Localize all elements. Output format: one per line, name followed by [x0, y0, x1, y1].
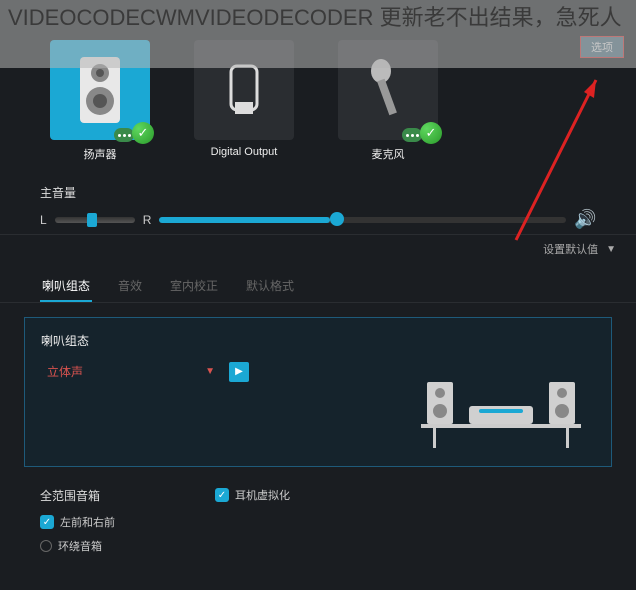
balance-slider[interactable]	[55, 217, 135, 223]
microphone-icon	[338, 40, 438, 140]
tabs-row: 喇叭组态 音效 室内校正 默认格式	[0, 263, 636, 303]
device-label: 麦克风	[372, 146, 405, 162]
dropdown-value: 立体声	[47, 363, 83, 380]
set-default-label: 设置默认值	[543, 241, 598, 257]
option-label: 环绕音箱	[58, 538, 102, 554]
device-label: 扬声器	[84, 146, 117, 162]
speaker-config-dropdown[interactable]: 立体声 ▼	[41, 359, 221, 384]
caret-down-icon: ▼	[205, 366, 215, 377]
speakers-icon	[50, 40, 150, 140]
balance-left-label: L	[40, 213, 47, 227]
volume-speaker-icon[interactable]: 🔊	[574, 209, 596, 230]
volume-slider[interactable]	[159, 217, 566, 223]
option-label: 耳机虚拟化	[235, 487, 290, 503]
digital-output-icon	[194, 40, 294, 140]
tab-sound-effects[interactable]: 音效	[116, 271, 144, 302]
option-surround[interactable]: 环绕音箱	[40, 538, 115, 554]
full-range-title: 全范围音箱	[40, 487, 115, 504]
option-label: 左前和右前	[60, 514, 115, 530]
speaker-config-panel: 喇叭组态 立体声 ▼ ▶	[24, 317, 612, 467]
option-front-lr[interactable]: ✓ 左前和右前	[40, 514, 115, 530]
set-default-button[interactable]: 设置默认值 ▼	[0, 234, 636, 263]
radio-icon	[40, 540, 52, 552]
chevron-down-icon: ▼	[606, 244, 616, 255]
tab-speaker-config[interactable]: 喇叭组态	[40, 271, 92, 302]
speaker-layout-graphic	[421, 348, 581, 438]
device-label: Digital Output	[211, 146, 278, 158]
tab-room-correction[interactable]: 室内校正	[168, 271, 220, 302]
tab-default-format[interactable]: 默认格式	[244, 271, 296, 302]
option-headphone-virtualization[interactable]: ✓ 耳机虚拟化	[215, 487, 290, 503]
balance-right-label: R	[143, 213, 152, 227]
device-speakers[interactable]: 扬声器	[40, 40, 160, 162]
checkbox-icon: ✓	[215, 488, 229, 502]
speaker-options-panel: 全范围音箱 ✓ 左前和右前 环绕音箱 ✓ 耳机虚拟化	[24, 477, 612, 564]
volume-section: 主音量 L R 🔊	[0, 172, 636, 234]
options-button[interactable]: 选项	[580, 36, 624, 58]
play-test-button[interactable]: ▶	[229, 362, 249, 382]
config-panel-title: 喇叭组态	[41, 332, 595, 349]
volume-title: 主音量	[40, 184, 596, 201]
device-selector-row: 扬声器 Digital Output 麦克风	[0, 0, 636, 172]
device-digital-output[interactable]: Digital Output	[184, 40, 304, 162]
device-microphone[interactable]: 麦克风	[328, 40, 448, 162]
checkbox-icon: ✓	[40, 515, 54, 529]
